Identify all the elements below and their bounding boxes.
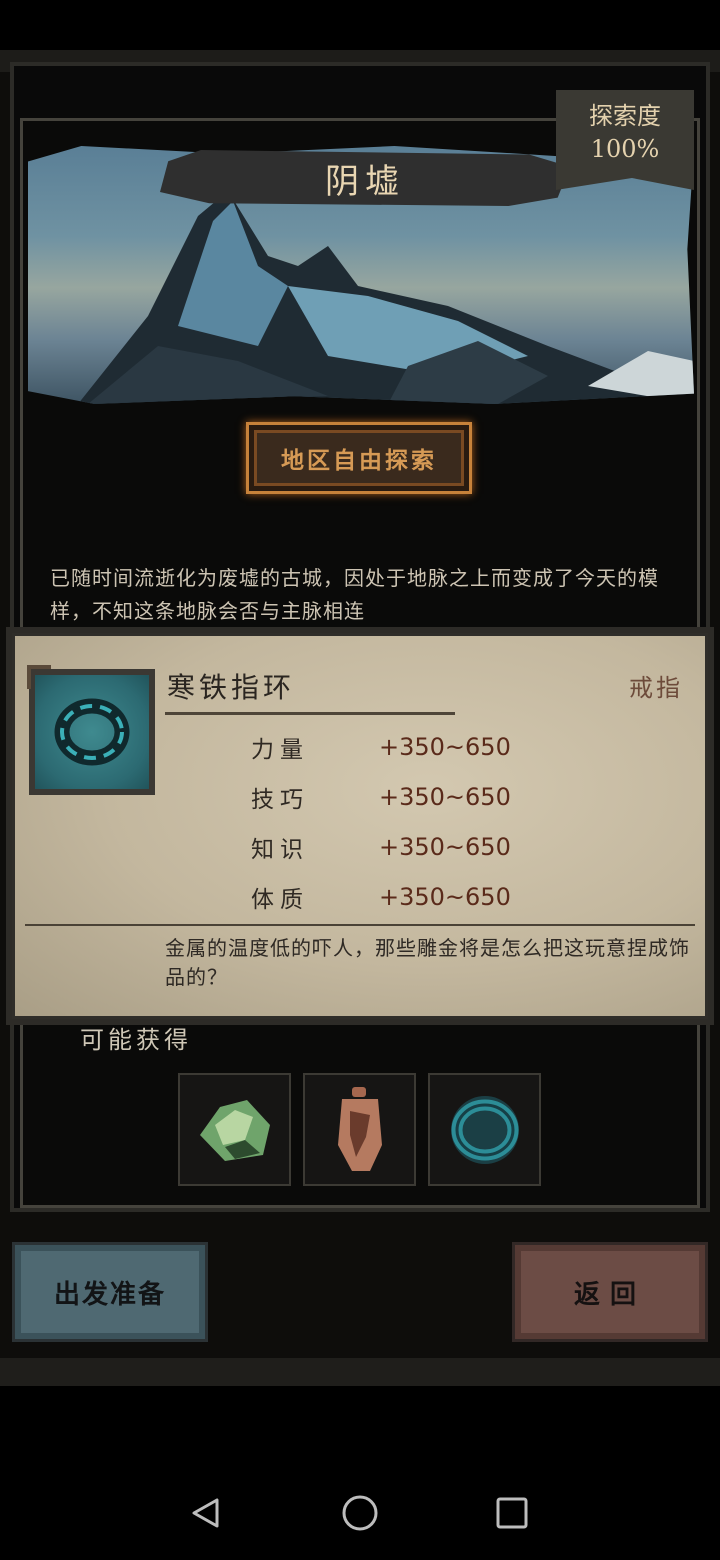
region-title-banner: 阴墟: [160, 150, 570, 206]
item-name: 寒铁指环: [167, 671, 296, 704]
item-flavor-text: 金属的温度低的吓人，那些雕金将是怎么把这玩意捏成饰品的？: [165, 936, 690, 989]
region-title: 阴墟: [325, 161, 405, 202]
stat-name: 力量: [251, 737, 309, 763]
back-nav-button[interactable]: [176, 1483, 236, 1543]
green-ore-icon: [199, 1099, 270, 1161]
depart-prepare-button[interactable]: 出发准备: [12, 1242, 208, 1342]
cold-iron-ring-icon: [450, 1095, 519, 1164]
return-button[interactable]: 返回: [512, 1242, 708, 1342]
item-tooltip-body: 寒铁指环 戒指 力量 +350~650 技巧 +350~650 知识 +350~…: [12, 633, 708, 1019]
stat-name: 体质: [251, 887, 309, 913]
name-underline: [165, 712, 455, 715]
region-description: 已随时间流逝化为废墟的古城，因处于地脉之上而变成了今天的模样，不知这条地脉会否与…: [50, 566, 659, 623]
stat-value: +350~650: [379, 733, 511, 761]
bottom-border: [0, 1358, 720, 1386]
exploration-value: 100%: [590, 135, 660, 163]
drops-list: [178, 1073, 541, 1186]
bronze-amulet-icon: [337, 1086, 382, 1171]
cold-iron-ring-icon: [54, 698, 130, 766]
stat-name: 知识: [251, 837, 309, 863]
corner-ornament: [27, 665, 51, 689]
drop-slot[interactable]: [428, 1073, 541, 1186]
recents-nav-button[interactable]: [482, 1483, 542, 1543]
stat-row: 体质 +350~650: [251, 872, 511, 922]
stat-row: 力量 +350~650: [251, 722, 511, 772]
back-triangle-icon: [192, 1498, 219, 1528]
item-tooltip: 寒铁指环 戒指 力量 +350~650 技巧 +350~650 知识 +350~…: [6, 627, 714, 1025]
recents-square-icon: [496, 1497, 528, 1529]
home-circle-icon: [342, 1495, 378, 1531]
exploration-badge: 探索度 100%: [556, 90, 694, 190]
stat-value: +350~650: [379, 783, 511, 811]
item-type: 戒指: [629, 674, 683, 702]
free-explore-button[interactable]: 地区自由探索: [246, 422, 472, 494]
stat-name: 技巧: [251, 787, 309, 813]
stat-row: 技巧 +350~650: [251, 772, 511, 822]
stat-row: 知识 +350~650: [251, 822, 511, 872]
drop-slot[interactable]: [178, 1073, 291, 1186]
exploration-label: 探索度: [589, 102, 661, 130]
tooltip-divider: [25, 924, 695, 926]
stat-value: +350~650: [379, 883, 511, 911]
system-nav-bar: [0, 1465, 720, 1560]
stat-value: +350~650: [379, 833, 511, 861]
item-stats: 力量 +350~650 技巧 +350~650 知识 +350~650 体质 +…: [251, 722, 511, 922]
drop-slot[interactable]: [303, 1073, 416, 1186]
home-nav-button[interactable]: [330, 1483, 390, 1543]
